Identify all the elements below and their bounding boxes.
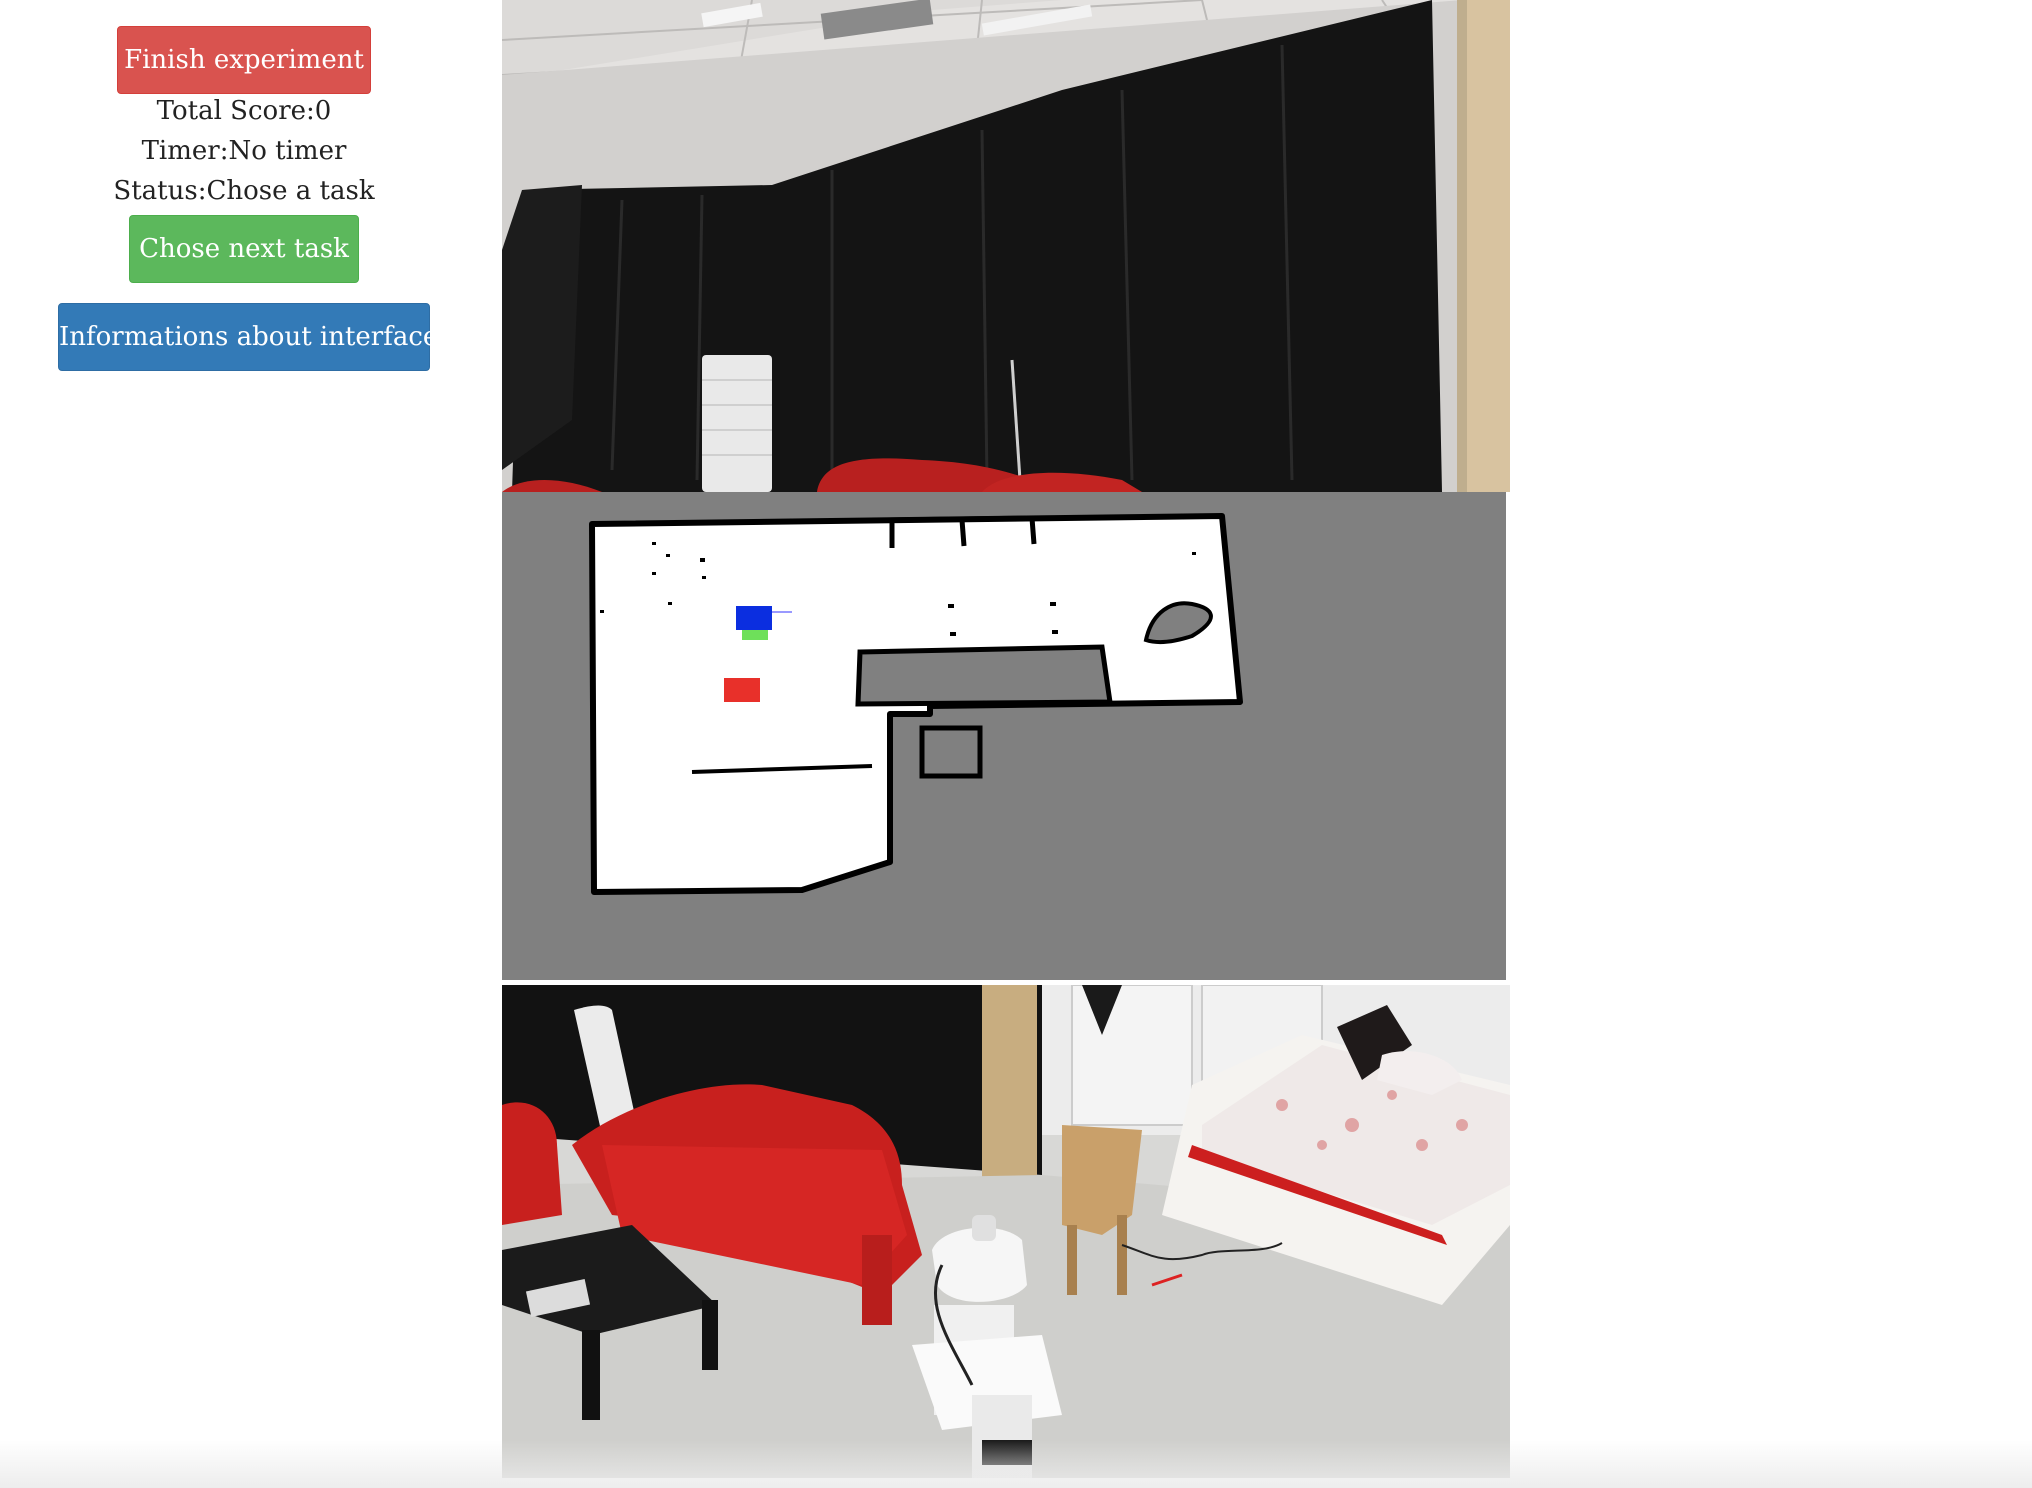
control-sidebar: Finish experiment Total Score:0 Timer:No… <box>0 0 488 400</box>
timer-value: No timer <box>228 136 347 166</box>
total-score-value: 0 <box>314 96 332 126</box>
goal-marker <box>742 630 768 640</box>
total-score-label: Total Score: <box>156 96 315 126</box>
status-value: Chose a task <box>206 176 375 206</box>
robot-marker <box>736 606 772 630</box>
occupancy-map[interactable] <box>502 492 1506 980</box>
chose-next-task-button[interactable]: Chose next task <box>129 215 359 283</box>
bottom-camera-image <box>502 985 1510 1478</box>
status-label: Status: <box>113 176 207 206</box>
map-canvas[interactable] <box>502 492 1506 980</box>
status: Status:Chose a task <box>0 176 488 206</box>
interface-info-button[interactable]: Informations about interface <box>58 303 438 371</box>
top-camera-image <box>502 0 1510 492</box>
bottom-camera-feed <box>502 985 1510 1478</box>
page-bottom-fade <box>0 1440 2032 1488</box>
timer: Timer:No timer <box>0 136 488 166</box>
top-camera-feed <box>502 0 1510 492</box>
total-score: Total Score:0 <box>0 96 488 126</box>
timer-label: Timer: <box>141 136 229 166</box>
target-marker <box>724 678 760 702</box>
finish-experiment-button[interactable]: Finish experiment <box>117 26 371 94</box>
